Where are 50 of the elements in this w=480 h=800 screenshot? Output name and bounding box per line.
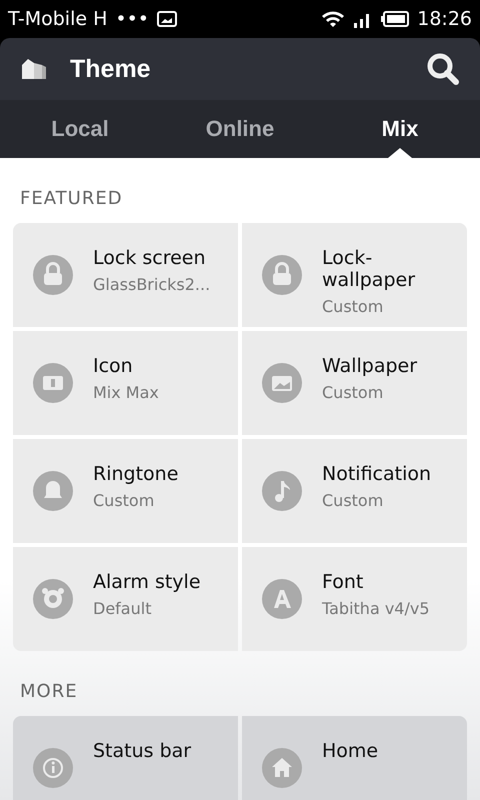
wifi-icon [321,10,346,28]
screen-title: Theme [70,54,152,84]
padlock-icon [262,255,302,295]
theme-category-tile[interactable]: Icon Mix Max [13,331,238,435]
theme-category-tile[interactable]: Status bar [13,716,238,800]
tile-subtitle: Custom [93,491,156,510]
theme-category-tile[interactable]: Home [242,716,467,800]
theme-category-tile[interactable]: Wallpaper Custom [242,331,467,435]
tile-title: Font [322,571,364,593]
section-heading: FEATURED [19,187,124,211]
info-icon [33,748,73,788]
tile-subtitle: GlassBricks2... [93,275,210,294]
tile-title: Icon [93,355,134,377]
theme-category-tile[interactable]: Font Tabitha v4/v5 [242,547,467,651]
home-icon [262,748,302,788]
tile-subtitle: Custom [322,491,384,510]
alarm-clock-icon [33,579,73,619]
theme-category-tile[interactable]: Ringtone Custom [13,439,238,543]
tile-subtitle: Custom [322,383,384,402]
padlock-icon [33,255,73,295]
frame-icon [33,363,73,403]
tile-title: Ringtone [93,463,178,485]
section-heading: MORE [19,680,79,704]
notification-dots: ••• [115,8,149,30]
tile-title: Lock screen [93,247,207,269]
tile-title: Lock-wallpaper [322,247,416,291]
battery-icon [381,11,410,27]
theme-category-tile[interactable]: Alarm style Default [13,547,238,651]
tile-subtitle: Tabitha v4/v5 [322,599,430,618]
theme-category-tile[interactable]: Lock screen GlassBricks2... [13,223,238,327]
tile-subtitle: Default [93,599,152,618]
carrier-name: T-Mobile H [8,8,108,30]
tab[interactable]: Online [160,100,320,158]
tile-title: Wallpaper [322,355,418,377]
clock-time: 18:26 [417,8,472,30]
image-icon [262,363,302,403]
tab[interactable]: Local [0,100,160,158]
tile-subtitle: Mix Max [93,383,159,402]
letter-icon [262,579,302,619]
tile-title: Notification [322,463,432,485]
bell-icon [33,471,73,511]
tile-title: Home [322,740,378,762]
theme-category-tile[interactable]: Lock-wallpaper Custom [242,223,467,327]
theme-category-tile[interactable]: Notification Custom [242,439,467,543]
tile-title: Status bar [93,740,192,762]
tile-title: Alarm style [93,571,201,593]
music-note-icon [262,471,302,511]
tile-subtitle: Custom [322,297,384,316]
image-icon [157,11,177,27]
search-icon[interactable] [426,52,460,86]
